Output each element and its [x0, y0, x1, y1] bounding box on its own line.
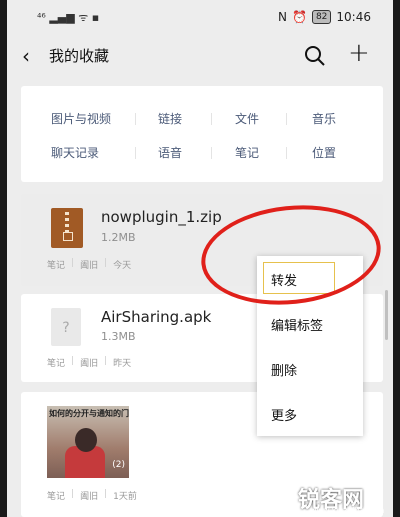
tag-label: 阖旧	[80, 492, 99, 502]
tag-label: 笔记	[47, 492, 66, 502]
menu-item-delete[interactable]: 删除	[271, 360, 297, 379]
tag-label: 笔记	[47, 359, 66, 369]
item-meta: 笔记 | 阖旧 | 1天前	[47, 489, 137, 502]
divider	[286, 113, 287, 125]
file-size: 1.3MB	[101, 330, 136, 343]
category-images-videos[interactable]: 图片与视频	[51, 110, 111, 127]
zip-file-icon	[51, 208, 83, 248]
file-name: nowplugin_1.zip	[101, 208, 222, 226]
top-bar: ‹ 我的收藏 +	[7, 34, 393, 78]
menu-item-more[interactable]: 更多	[271, 405, 297, 424]
image-count: (2)	[112, 460, 125, 470]
search-icon[interactable]	[303, 44, 327, 68]
divider	[286, 147, 287, 159]
thumbnail-caption: 如何的分开与通知的门	[49, 409, 129, 418]
divider	[211, 113, 212, 125]
category-links[interactable]: 链接	[158, 110, 182, 127]
signal-indicator: ⁴⁶ ▂▄▆ ᯤ ▪	[37, 11, 100, 24]
category-chat-history[interactable]: 聊天记录	[51, 144, 99, 161]
battery-icon: 82	[311, 10, 332, 24]
scrollbar[interactable]	[385, 290, 388, 340]
page-title: 我的收藏	[49, 47, 110, 65]
tag-label: 笔记	[47, 261, 66, 271]
category-location[interactable]: 位置	[312, 144, 336, 161]
phone-screen: ⁴⁶ ▂▄▆ ᯤ ▪ N ⏰ 82 10:46 ‹ 我的收藏 + 图片与视频 链…	[7, 0, 393, 517]
category-notes[interactable]: 笔记	[235, 144, 259, 161]
unknown-file-icon: ?	[51, 308, 81, 346]
video-thumbnail: 如何的分开与通知的门 (2)	[47, 406, 129, 478]
context-menu: 转发 编辑标签 删除 更多	[257, 256, 363, 436]
clock: 10:46	[336, 10, 371, 24]
tag-label: 阖旧	[80, 359, 99, 369]
item-meta: 笔记 | 阖旧 | 昨天	[47, 356, 132, 369]
divider	[211, 147, 212, 159]
status-right: N ⏰ 82 10:46	[278, 10, 371, 24]
timestamp: 昨天	[113, 359, 132, 369]
add-icon[interactable]: +	[348, 38, 370, 68]
timestamp: 1天前	[113, 492, 137, 502]
watermark-url: www.xiazaiba.com	[310, 506, 385, 515]
category-files[interactable]: 文件	[235, 110, 259, 127]
divider	[135, 147, 136, 159]
file-size: 1.2MB	[101, 231, 136, 244]
timestamp: 今天	[113, 261, 132, 271]
item-meta: 笔记 | 阖旧 | 今天	[47, 258, 132, 271]
file-name: AirSharing.apk	[101, 308, 212, 326]
tag-label: 阖旧	[80, 261, 99, 271]
divider	[135, 113, 136, 125]
status-bar: ⁴⁶ ▂▄▆ ᯤ ▪ N ⏰ 82 10:46	[7, 0, 393, 34]
menu-item-edit-tags[interactable]: 编辑标签	[271, 315, 323, 334]
category-music[interactable]: 音乐	[312, 110, 336, 127]
category-panel: 图片与视频 链接 文件 音乐 聊天记录 语音 笔记 位置	[21, 86, 383, 182]
category-voice[interactable]: 语音	[158, 144, 182, 161]
nfc-icon: N	[278, 10, 287, 24]
alarm-icon: ⏰	[292, 10, 307, 24]
menu-item-forward[interactable]: 转发	[271, 270, 297, 289]
back-arrow-icon[interactable]: ‹	[22, 44, 30, 68]
